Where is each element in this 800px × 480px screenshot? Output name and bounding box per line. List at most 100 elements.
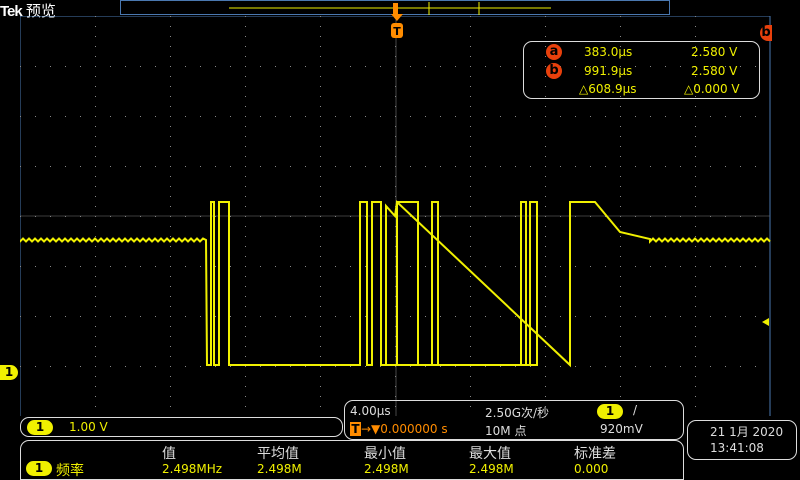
grid-dot — [95, 106, 96, 107]
grid-dot — [125, 366, 126, 367]
grid-dot — [170, 356, 171, 357]
record-overview[interactable] — [120, 0, 670, 16]
grid-dot — [245, 286, 246, 287]
grid-dot — [95, 346, 96, 347]
grid-dot — [695, 186, 696, 187]
trigger-level-marker[interactable] — [760, 317, 770, 327]
grid-dot — [695, 166, 696, 167]
grid-dot — [755, 316, 756, 317]
cursor-b-edge-marker[interactable]: b — [760, 21, 772, 41]
grid-dot — [35, 66, 36, 67]
grid-dot — [320, 66, 321, 67]
grid-dot — [50, 266, 51, 267]
grid-dot — [350, 116, 351, 117]
grid-dot — [695, 326, 696, 327]
grid-dot — [95, 336, 96, 337]
grid-dot — [275, 116, 276, 117]
grid-dot — [110, 366, 111, 367]
grid-dot — [695, 286, 696, 287]
grid-dot — [665, 266, 666, 267]
grid-dot — [545, 176, 546, 177]
grid-dot — [185, 166, 186, 167]
grid-dot — [620, 176, 621, 177]
grid-dot — [470, 56, 471, 57]
grid-dot — [20, 266, 21, 267]
grid-dot — [455, 316, 456, 317]
grid-dot — [470, 136, 471, 137]
grid-dot — [335, 266, 336, 267]
grid-dot — [545, 376, 546, 377]
grid-dot — [320, 336, 321, 337]
channel1-scale-badge[interactable]: 1 1.00 V — [20, 417, 343, 437]
grid-dot — [110, 66, 111, 67]
grid-dot — [320, 196, 321, 197]
measurement-panel[interactable]: 值 平均值 最小值 最大值 标准差 1 频率 2.498MHz 2.498M 2… — [20, 440, 684, 480]
grid-dot — [620, 386, 621, 387]
grid-dot — [695, 406, 696, 407]
grid-dot — [290, 116, 291, 117]
grid-dot — [350, 66, 351, 67]
grid-dot — [695, 236, 696, 237]
grid-dot — [95, 36, 96, 37]
grid-dot — [545, 336, 546, 337]
grid-dot — [200, 366, 201, 367]
grid-dot — [695, 396, 696, 397]
grid-dot — [335, 366, 336, 367]
grid-dot — [620, 396, 621, 397]
grid-dot — [710, 116, 711, 117]
grid-dot — [695, 156, 696, 157]
grid-dot — [695, 126, 696, 127]
grid-dot — [545, 246, 546, 247]
grid-dot — [620, 266, 621, 267]
grid-dot — [470, 206, 471, 207]
grid-dot — [545, 236, 546, 237]
grid-dot — [125, 116, 126, 117]
grid-dot — [275, 166, 276, 167]
grid-dot — [365, 366, 366, 367]
grid-dot — [215, 166, 216, 167]
grid-dot — [260, 66, 261, 67]
datetime-display[interactable]: 21 1月 2020 13:41:08 — [687, 420, 797, 460]
grid-dot — [245, 136, 246, 137]
grid-dot — [665, 366, 666, 367]
grid-dot — [20, 316, 21, 317]
grid-dot — [185, 266, 186, 267]
grid-dot — [470, 96, 471, 97]
grid-dot — [215, 266, 216, 267]
horizontal-trigger-panel[interactable]: 4.00µs 2.50G次/秒 1 / T→▼0.000000 s 10M 点 … — [344, 400, 684, 440]
grid-dot — [245, 46, 246, 47]
grid-dot — [320, 26, 321, 27]
channel1-ground-marker[interactable]: 1 — [0, 361, 18, 380]
grid-dot — [335, 66, 336, 67]
grid-dot — [335, 316, 336, 317]
grid-dot — [245, 246, 246, 247]
grid-dot — [95, 256, 96, 257]
grid-dot — [470, 106, 471, 107]
grid-dot — [35, 316, 36, 317]
grid-dot — [320, 116, 321, 117]
grid-dot — [80, 316, 81, 317]
grid-dot — [170, 86, 171, 87]
trigger-position-marker[interactable]: T — [388, 14, 406, 40]
grid-dot — [545, 316, 546, 317]
grid-dot — [20, 166, 21, 167]
grid-dot — [620, 136, 621, 137]
grid-dot — [650, 266, 651, 267]
grid-dot — [545, 16, 546, 17]
grid-dot — [740, 316, 741, 317]
grid-dot — [245, 176, 246, 177]
grid-dot — [95, 236, 96, 237]
grid-dot — [545, 166, 546, 167]
grid-dot — [320, 286, 321, 287]
grid-dot — [440, 316, 441, 317]
grid-dot — [320, 306, 321, 307]
grid-dot — [95, 176, 96, 177]
grid-dot — [545, 346, 546, 347]
grid-dot — [620, 356, 621, 357]
grid-dot — [170, 106, 171, 107]
grid-dot — [470, 286, 471, 287]
grid-dot — [95, 46, 96, 47]
grid-dot — [695, 306, 696, 307]
grid-dot — [320, 146, 321, 147]
grid-dot — [245, 206, 246, 207]
